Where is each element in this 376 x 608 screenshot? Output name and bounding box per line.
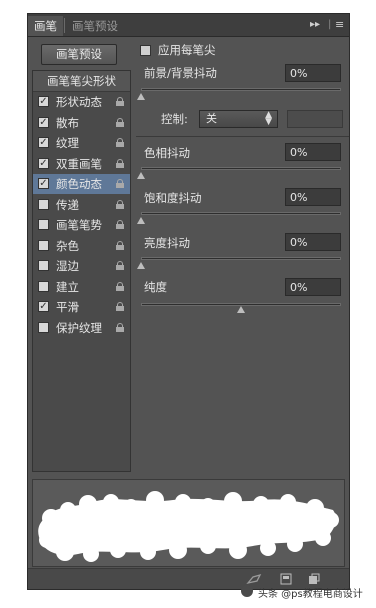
control-select[interactable]: 关 ▲ ▼ [199,110,278,128]
brush-stroke-image [38,491,339,562]
option-row[interactable]: 传递 [33,195,130,215]
brush-panel: 画笔 画笔预设 ▸▸ | ≡ 画笔预设 画笔笔尖形状 ✓ 形状动态 ✓ 散布 ✓ 纹理 ✓ 双… [27,13,350,590]
lock-icon[interactable] [116,240,124,250]
select-arrows-icon: ▲ ▼ [265,110,272,127]
brush-presets-button[interactable]: 画笔预设 [41,44,117,65]
create-new-brush-icon[interactable] [308,573,320,585]
purity-value[interactable]: 0% [285,278,341,296]
option-checkbox[interactable] [38,260,49,271]
option-label: 画笔笔势 [56,218,102,232]
option-row[interactable]: ✓ 双重画笔 [33,154,130,174]
option-row[interactable]: 保护纹理 [33,318,130,338]
brightness-jitter-slider-thumb[interactable] [137,262,145,269]
saturation-jitter-value[interactable]: 0% [285,188,341,206]
option-label: 纹理 [56,136,79,150]
option-checkbox[interactable]: ✓ [38,301,49,312]
checkmark-icon: ✓ [39,301,48,312]
control-select-value: 关 [206,112,217,125]
option-label: 保护纹理 [56,320,102,335]
panel-menu-icon[interactable]: ≡ [335,16,344,34]
brightness-jitter-slider-track[interactable] [141,257,341,260]
hue-jitter-value[interactable]: 0% [285,143,341,161]
brightness-jitter-label: 亮度抖动 [144,236,190,250]
option-checkbox[interactable] [38,239,49,251]
option-row[interactable]: 杂色 [33,236,130,256]
option-checkbox[interactable]: ✓ [38,116,49,128]
fg-bg-jitter-slider-track[interactable] [141,88,341,91]
checkmark-icon: ✓ [39,137,48,148]
checkmark-icon: ✓ [39,157,48,169]
section-divider [136,136,349,137]
option-label: 湿边 [56,259,79,273]
option-row[interactable]: ✓ 平滑 [33,297,130,317]
option-label: 散布 [56,115,79,130]
fg-bg-jitter-slider-thumb[interactable] [137,93,145,100]
brush-stroke-preview [32,479,345,567]
purity-label: 纯度 [144,280,167,294]
brightness-jitter-value[interactable]: 0% [285,233,341,251]
brush-grid-icon[interactable] [280,573,292,585]
saturation-jitter-label: 饱和度抖动 [144,191,202,205]
option-label: 形状动态 [56,95,102,109]
option-row[interactable]: 建立 [33,277,130,297]
option-label: 建立 [56,279,79,294]
option-checkbox[interactable]: ✓ [38,178,49,189]
option-row[interactable]: ✓ 颜色动态 [33,174,130,194]
option-checkbox[interactable] [38,198,49,210]
tab-bar: 画笔 画笔预设 ▸▸ | ≡ [28,14,349,37]
brush-options-list: 画笔笔尖形状 ✓ 形状动态 ✓ 散布 ✓ 纹理 ✓ 双重画笔 ✓ 颜色动态传递画笔笔势杂色湿边建立… [32,70,131,472]
control-label: 控制: [161,112,188,126]
option-row[interactable]: ✓ 形状动态 [33,92,130,112]
toggle-live-tip-preview-icon[interactable] [246,573,262,585]
option-row[interactable]: ✓ 纹理 [33,133,130,153]
lock-icon[interactable] [116,158,124,168]
lock-icon[interactable] [116,199,124,209]
hue-jitter-slider-thumb[interactable] [137,172,145,179]
control-disabled-field [287,110,343,128]
lock-icon[interactable] [116,281,124,291]
watermark-text: 头条 @ps教程电商设计 [258,589,363,600]
panel-collapse-icon[interactable]: ▸▸ [310,16,320,34]
option-label: 双重画笔 [56,156,102,171]
purity-slider-thumb[interactable] [237,306,245,313]
saturation-jitter-slider-thumb[interactable] [137,217,145,224]
checkmark-icon: ✓ [39,178,48,189]
lock-icon[interactable] [116,97,124,106]
checkmark-icon: ✓ [39,96,48,107]
option-label: 颜色动态 [56,177,102,191]
lock-icon[interactable] [116,117,124,127]
fg-bg-jitter-label: 前景/背景抖动 [144,66,217,80]
tab-brush[interactable]: 画笔 [28,16,63,36]
apply-per-tip-checkbox[interactable] [140,45,151,56]
lock-icon[interactable] [116,220,124,229]
checkmark-icon: ✓ [39,116,48,128]
option-row[interactable]: ✓ 散布 [33,113,130,133]
option-checkbox[interactable]: ✓ [38,157,49,169]
hue-jitter-label: 色相抖动 [144,146,190,160]
option-checkbox[interactable] [38,280,49,292]
option-label: 传递 [56,197,79,212]
lock-icon[interactable] [116,138,124,147]
option-label: 平滑 [56,300,79,314]
option-checkbox[interactable] [38,321,49,333]
brush-tip-shape-item[interactable]: 画笔笔尖形状 [33,71,130,92]
fg-bg-jitter-value[interactable]: 0% [285,64,341,82]
apply-per-tip-label: 应用每笔尖 [158,43,216,57]
lock-icon[interactable] [116,302,124,311]
tab-brush-presets[interactable]: 画笔预设 [66,16,124,36]
lock-icon[interactable] [116,322,124,332]
lock-icon[interactable] [116,261,124,270]
tab-divider [64,18,65,33]
option-checkbox[interactable]: ✓ [38,137,49,148]
option-row[interactable]: 画笔笔势 [33,215,130,235]
option-label: 杂色 [56,238,79,253]
option-checkbox[interactable]: ✓ [38,96,49,107]
lock-icon[interactable] [116,179,124,188]
option-row[interactable]: 湿边 [33,256,130,276]
tab-divider-icon: | [328,19,332,30]
hue-jitter-slider-track[interactable] [141,167,341,170]
saturation-jitter-slider-track[interactable] [141,212,341,215]
watermark-logo-icon [241,585,253,597]
option-checkbox[interactable] [38,219,49,230]
